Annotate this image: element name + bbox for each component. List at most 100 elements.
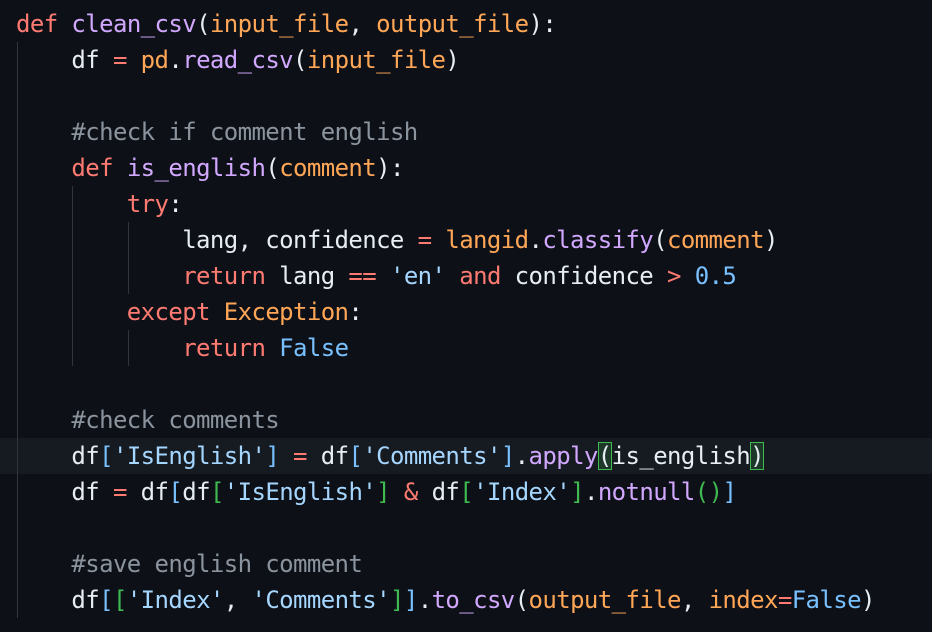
code-token-txt: lang bbox=[265, 262, 349, 290]
code-token-bracket: ( bbox=[196, 10, 210, 38]
code-token-bracket: ( bbox=[653, 226, 667, 254]
code-token-bracket: ( bbox=[293, 46, 307, 74]
code-line[interactable]: df = df[df['IsEnglish'] & df['Index'].no… bbox=[16, 474, 737, 510]
code-token-str: 'Index' bbox=[473, 478, 571, 506]
code-token-cls: Exception bbox=[223, 298, 349, 326]
code-token-bracket3: [ bbox=[459, 478, 474, 506]
code-token-op: == bbox=[348, 262, 377, 290]
code-token-bm: ) bbox=[750, 442, 765, 470]
code-token-punc: : bbox=[390, 154, 404, 182]
code-token-bracket2: ] bbox=[403, 586, 418, 614]
code-token-op: > bbox=[667, 262, 681, 290]
code-line[interactable]: df = pd.read_csv(input_file) bbox=[16, 42, 459, 78]
code-token-fn: classify bbox=[542, 226, 654, 254]
code-token-param: output_file bbox=[528, 586, 682, 614]
code-token-str: 'IsEnglish' bbox=[112, 442, 266, 470]
code-token-txt: df bbox=[417, 478, 460, 506]
code-line[interactable]: #save english comment bbox=[16, 546, 362, 582]
code-token-cmt: #save english comment bbox=[71, 550, 363, 578]
code-line[interactable]: #check if comment english bbox=[16, 114, 418, 150]
code-token-bracket: ) bbox=[445, 46, 460, 74]
code-token-kw: return bbox=[182, 262, 266, 290]
code-token-txt: df bbox=[16, 442, 100, 470]
code-token-fn: is_english bbox=[126, 154, 266, 182]
code-token-param: comment bbox=[279, 154, 377, 182]
code-token-op: = bbox=[293, 442, 307, 470]
code-token-fn: clean_csv bbox=[71, 10, 197, 38]
code-token-punc: : bbox=[168, 190, 183, 218]
code-token-param: index bbox=[708, 586, 779, 614]
code-line[interactable]: df['IsEnglish'] = df['Comments'].apply(i… bbox=[16, 438, 765, 474]
code-token-bracket2: [ bbox=[348, 442, 363, 470]
code-token-punc: , bbox=[348, 10, 377, 38]
code-token-param: comment bbox=[666, 226, 765, 254]
code-line[interactable]: return lang == 'en' and confidence > 0.5 bbox=[16, 258, 737, 294]
code-token-bracket2: ] bbox=[500, 442, 515, 470]
code-line[interactable]: except Exception: bbox=[16, 294, 363, 330]
code-token-kw: return bbox=[182, 334, 266, 362]
code-line[interactable]: def clean_csv(input_file, output_file): bbox=[16, 6, 557, 42]
code-token-txt: df bbox=[16, 586, 100, 614]
code-token-str: 'en' bbox=[389, 262, 446, 290]
code-token-num: 0.5 bbox=[694, 262, 737, 290]
code-token-punc: : bbox=[542, 10, 557, 38]
code-line[interactable]: df[['Index', 'Comments']].to_csv(output_… bbox=[16, 582, 875, 618]
code-token-param: pd bbox=[140, 46, 169, 74]
code-token-fn: to_csv bbox=[431, 586, 516, 614]
code-token-op: = bbox=[112, 478, 127, 506]
code-token-const: False bbox=[791, 586, 862, 614]
code-token-bracket3: [ bbox=[209, 478, 224, 506]
code-token-kw: except bbox=[126, 298, 211, 326]
code-token-bracket: ) bbox=[528, 10, 543, 38]
code-line[interactable]: try: bbox=[16, 186, 183, 222]
code-line[interactable]: return False bbox=[16, 330, 349, 366]
code-token-str: 'Index' bbox=[126, 586, 225, 614]
code-token-bracket2: [ bbox=[168, 478, 183, 506]
code-token-fn: notnull bbox=[597, 478, 696, 506]
code-token-param: output_file bbox=[376, 10, 529, 38]
code-token-txt: df bbox=[16, 478, 113, 506]
code-token-fn: apply bbox=[528, 442, 599, 470]
code-token-txt: lang, confidence bbox=[16, 226, 418, 254]
code-token-cmt: #check comments bbox=[71, 406, 280, 434]
code-token-bm: ( bbox=[597, 442, 612, 470]
code-token-txt: df bbox=[182, 478, 210, 506]
code-token-str: 'IsEnglish' bbox=[223, 478, 377, 506]
code-token-op: = bbox=[777, 586, 792, 614]
code-token-kw: def bbox=[16, 10, 58, 38]
code-line[interactable]: def is_english(comment): bbox=[16, 150, 404, 186]
code-token-fn: read_csv bbox=[182, 46, 294, 74]
code-token-bracket3: ] bbox=[389, 586, 404, 614]
code-token-bracket: ) bbox=[763, 226, 778, 254]
code-token-op: = bbox=[112, 46, 127, 74]
code-token-punc: . bbox=[583, 478, 598, 506]
code-token-bracket2: ] bbox=[265, 442, 280, 470]
code-line[interactable]: lang, confidence = langid.classify(comme… bbox=[16, 222, 778, 258]
code-token-kw: def bbox=[71, 154, 113, 182]
code-token-txt: is_english bbox=[611, 442, 751, 470]
code-line[interactable]: #check comments bbox=[16, 402, 279, 438]
code-token-op: & bbox=[403, 478, 418, 506]
code-token-bracket2: [ bbox=[99, 442, 113, 470]
code-token-punc: , bbox=[680, 586, 709, 614]
code-token-bracket: ( bbox=[265, 154, 280, 182]
code-token-bracket: ) bbox=[376, 154, 390, 182]
code-editor[interactable]: def clean_csv(input_file, output_file): … bbox=[0, 0, 932, 632]
code-token-punc: . bbox=[514, 442, 529, 470]
